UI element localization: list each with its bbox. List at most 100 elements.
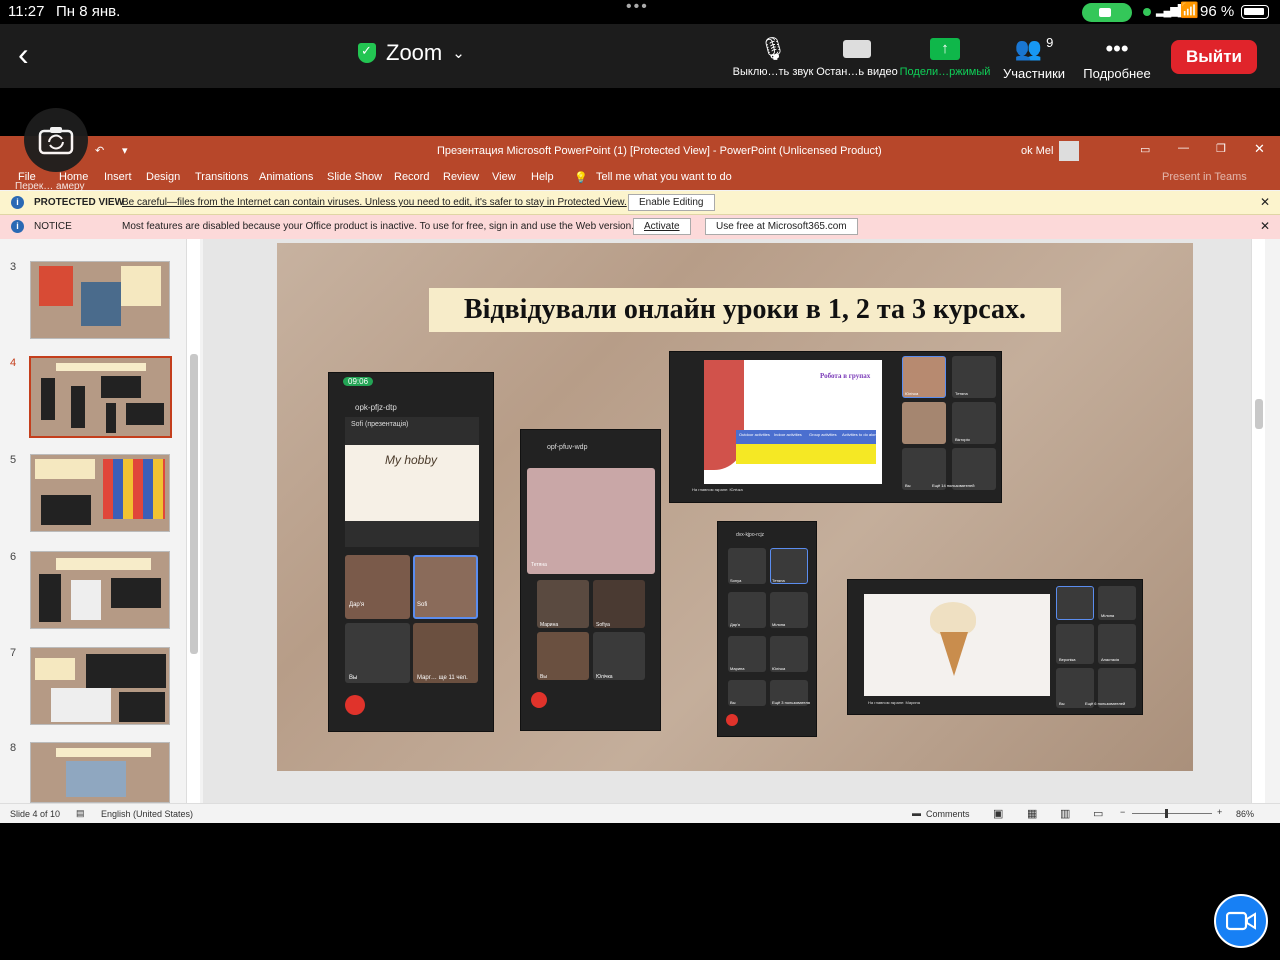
more-button[interactable]: ••• Подробнее [1078, 32, 1156, 81]
tab-view[interactable]: View [492, 171, 516, 183]
slideshow-icon[interactable]: ▭ [1093, 807, 1103, 820]
exit-button[interactable]: Выйти [1171, 40, 1257, 74]
battery-icon [1241, 5, 1269, 19]
table-col: Outdoor activities [739, 432, 770, 437]
tile-name: Ещё 6 пользователей [1085, 701, 1126, 706]
tab-record[interactable]: Record [394, 171, 429, 183]
zoom-slider[interactable] [1132, 813, 1212, 814]
battery-percent: 96 % [1200, 3, 1235, 20]
slide-thumbnail-3[interactable] [30, 261, 170, 339]
slide-number: 3 [10, 261, 17, 273]
screenshot-meet-desktop-1: Робота в групах Outdoor activities Indoo… [669, 351, 1002, 503]
comments-button[interactable]: Comments [926, 809, 970, 819]
tile-name: Юлічка [772, 666, 786, 671]
camera-flip-icon [38, 127, 74, 155]
tile-name: Вы [905, 483, 911, 488]
protected-view-bar: i PROTECTED VIEW Be careful—files from t… [0, 191, 1280, 215]
main-screen-label: На главном экране: Марина [868, 700, 920, 705]
tile-name: Sofi [417, 602, 428, 608]
minimize-icon[interactable]: — [1178, 142, 1189, 154]
reading-view-icon[interactable]: ▥ [1060, 807, 1070, 820]
chevron-down-icon: ⌄ [452, 45, 465, 62]
presenter-label: Sofi (презентація) [351, 421, 409, 428]
end-call-icon [726, 714, 738, 726]
more-label: Подробнее [1083, 66, 1151, 81]
slide-sorter-icon[interactable]: ▦ [1027, 807, 1037, 820]
close-window-icon[interactable]: ✕ [1254, 141, 1265, 157]
restore-icon[interactable]: ❐ [1216, 142, 1226, 155]
customize-icon[interactable]: ▾ [122, 144, 128, 157]
protected-view-text[interactable]: Be careful—files from the Internet can c… [122, 197, 627, 208]
tell-me-search[interactable]: Tell me what you want to do [596, 171, 732, 183]
tab-animations[interactable]: Animations [259, 171, 313, 183]
mute-label: Выклю…ть звук [732, 66, 814, 78]
tab-review[interactable]: Review [443, 171, 479, 183]
zoom-slider-thumb[interactable] [1165, 809, 1168, 818]
wifi-icon: 📶 [1180, 2, 1199, 19]
activate-button[interactable]: Activate [633, 218, 691, 235]
ribbon-display-icon[interactable]: ▭ [1140, 143, 1150, 156]
info-icon: i [11, 220, 24, 233]
switch-camera-button[interactable] [24, 108, 88, 172]
slide-thumbnail-6[interactable] [30, 551, 170, 629]
slide-editor: Відвідували онлайн уроки в 1, 2 та 3 кур… [203, 239, 1265, 803]
use-free-button[interactable]: Use free at Microsoft365.com [705, 218, 858, 235]
more-dots-icon: ••• [1105, 36, 1129, 61]
share-label: Подели…ржимый [899, 66, 991, 78]
tile-name: Ещё 3 пользователя [772, 700, 810, 705]
tab-slide-show[interactable]: Slide Show [327, 171, 382, 183]
close-bar-icon[interactable]: ✕ [1260, 195, 1270, 209]
slide-thumbnail-4[interactable] [29, 356, 172, 438]
slide-number: 8 [10, 742, 17, 754]
slide-number: 6 [10, 551, 17, 563]
slide-thumbnail-5[interactable] [30, 454, 170, 532]
participants-button[interactable]: 👥 9 Участники [996, 32, 1072, 82]
tile-name: Вікторія [955, 437, 970, 442]
undo-icon[interactable]: ↶ [95, 144, 104, 157]
enable-editing-button[interactable]: Enable Editing [628, 194, 715, 211]
tile-name: Тетяна [772, 578, 785, 583]
video-floating-button[interactable] [1214, 894, 1268, 948]
current-slide: Відвідували онлайн уроки в 1, 2 та 3 кур… [277, 243, 1193, 771]
user-name[interactable]: ok Mel [1021, 145, 1053, 157]
status-date: Пн 8 янв. [56, 3, 121, 20]
slide-thumbnail-8[interactable] [30, 742, 170, 803]
tile-name: Тетяна [531, 562, 547, 568]
language-status[interactable]: English (United States) [101, 809, 193, 819]
ppt-status-bar: Slide 4 of 10 ▤ English (United States) … [0, 803, 1280, 823]
video-camera-icon [814, 32, 900, 66]
accessibility-icon[interactable]: ▤ [76, 808, 85, 819]
zoom-in-icon[interactable]: + [1217, 807, 1222, 817]
slide-scrollbar[interactable] [1251, 239, 1265, 803]
meeting-title[interactable]: Zoom ⌄ [358, 40, 465, 66]
tile-name: Sofiya [596, 622, 610, 628]
tab-transitions[interactable]: Transitions [195, 171, 248, 183]
slide-title[interactable]: Відвідували онлайн уроки в 1, 2 та 3 кур… [429, 288, 1061, 332]
user-avatar-icon[interactable] [1059, 141, 1079, 161]
participants-count: 9 [1046, 34, 1054, 50]
meeting-title-label: Zoom [386, 40, 443, 65]
stop-video-button[interactable]: Остан…ь видео [814, 32, 900, 78]
zoom-out-icon[interactable]: − [1120, 807, 1125, 817]
present-in-teams-button[interactable]: Present in Teams [1162, 171, 1247, 183]
tile-name: Вы [1059, 701, 1065, 706]
share-content-button[interactable]: ↑ Подели…ржимый [897, 32, 993, 78]
tab-help[interactable]: Help [531, 171, 554, 183]
mute-button[interactable]: 🎙 Выклю…ть звук [730, 32, 816, 78]
hobby-text: My hobby [385, 453, 438, 467]
close-bar-icon[interactable]: ✕ [1260, 219, 1270, 233]
tab-design[interactable]: Design [146, 171, 180, 183]
tile-name: Марина [540, 622, 559, 628]
zoom-percent[interactable]: 86% [1236, 809, 1254, 819]
tile-name: Марина [730, 666, 745, 671]
tab-insert[interactable]: Insert [104, 171, 132, 183]
share-arrow-icon: ↑ [930, 38, 960, 60]
slide-thumbnail-7[interactable] [30, 647, 170, 725]
normal-view-icon[interactable]: ▣ [993, 807, 1003, 820]
thumbnails-scrollbar[interactable] [186, 239, 200, 803]
participants-label: Участники [1002, 66, 1066, 81]
multitask-dots-icon[interactable]: ••• [626, 0, 649, 16]
title-bar: ↶ ▾ Презентация Microsoft PowerPoint (1)… [0, 136, 1280, 166]
tile-name: Sonya [730, 578, 742, 583]
back-chevron-icon[interactable]: ‹ [18, 36, 29, 73]
